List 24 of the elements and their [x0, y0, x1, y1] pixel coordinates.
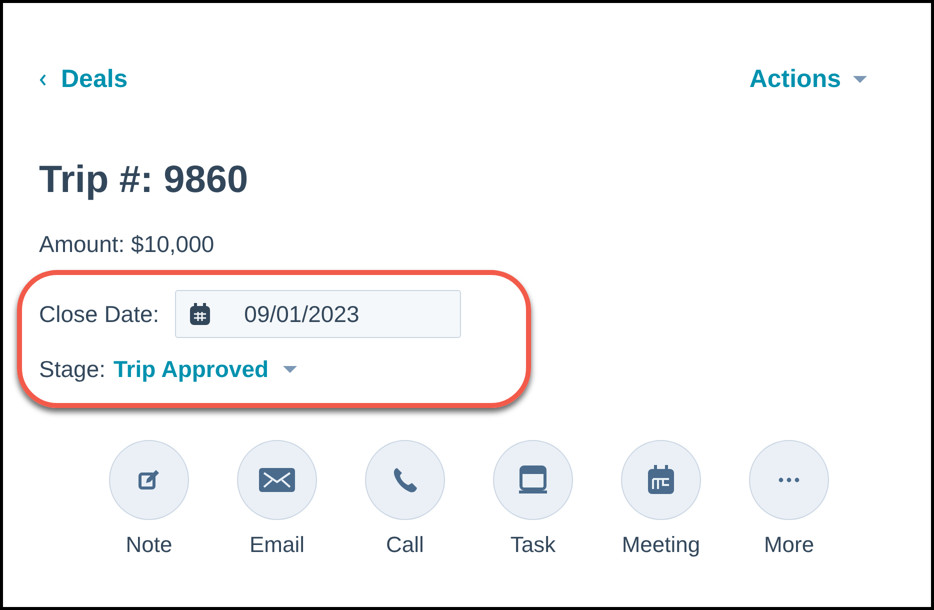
date-field[interactable]: 09/01/2023 — [175, 290, 462, 338]
envelope-icon — [259, 468, 295, 492]
stage-label: Stage: — [39, 355, 106, 384]
activity-label: More — [764, 534, 814, 556]
ellipsis-icon — [778, 476, 800, 482]
calendar-icon — [647, 464, 675, 494]
amount-text: Amount: $10,000 — [39, 232, 216, 256]
back-link[interactable]: Deals — [39, 61, 128, 98]
activity-label: Meeting — [622, 534, 700, 556]
activity-label: Note — [126, 534, 172, 556]
caret-down-icon — [853, 76, 867, 84]
activity-label: Email — [249, 534, 304, 556]
pencil-square-icon — [138, 468, 160, 490]
activity-label: Call — [386, 534, 424, 556]
stage-dropdown[interactable]: Trip Approved — [114, 352, 297, 387]
task-card-icon — [518, 464, 548, 494]
caret-down-icon — [282, 366, 297, 374]
activity-label: Task — [510, 534, 556, 556]
phone-icon — [392, 466, 418, 492]
deal-title: Trip #: 9860 — [39, 160, 250, 198]
actions-dropdown[interactable]: Actions — [749, 61, 867, 98]
calendar-icon — [190, 303, 210, 326]
close-date-label: Close Date: — [39, 300, 160, 329]
chevron-left-icon — [39, 74, 47, 86]
